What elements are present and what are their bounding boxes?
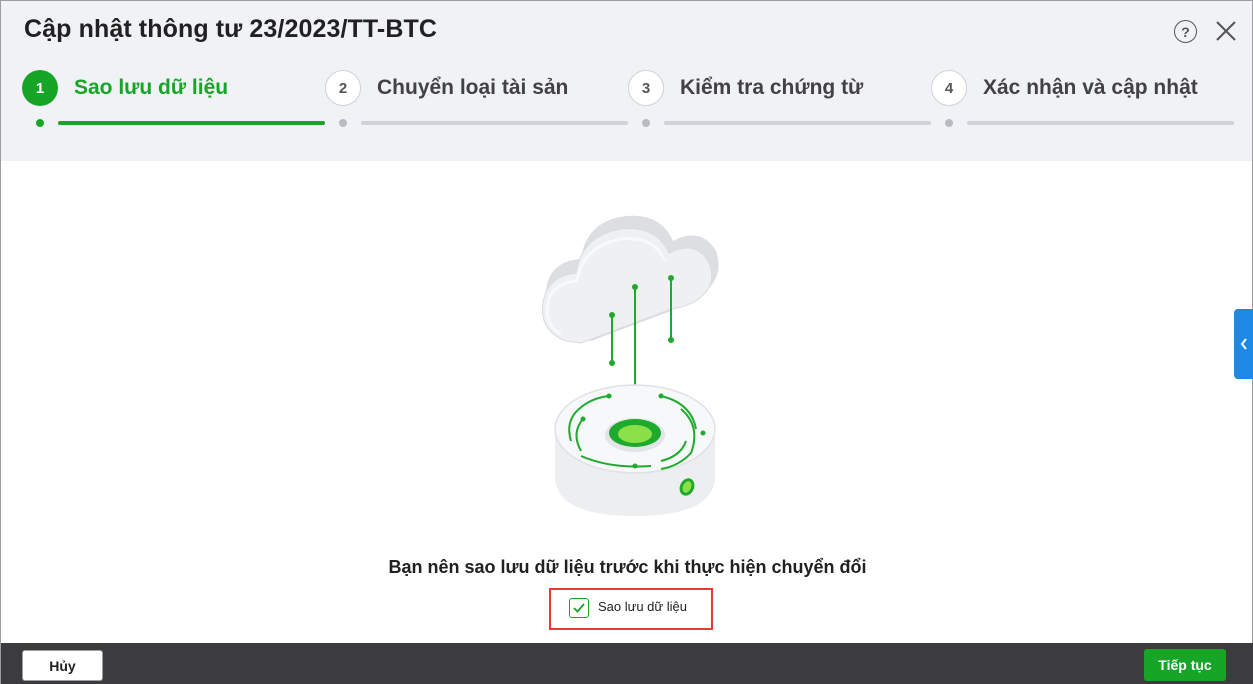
step-progress-dot — [945, 119, 953, 127]
step-progress-bar — [967, 121, 1234, 125]
cancel-button[interactable]: Hủy — [22, 650, 103, 681]
close-button[interactable] — [1213, 18, 1239, 44]
backup-recommendation-text: Bạn nên sao lưu dữ liệu trước khi thực h… — [388, 557, 867, 577]
dialog-header: Cập nhật thông tư 23/2023/TT-BTC ? 1 Sao… — [1, 1, 1252, 161]
step-label: Xác nhận và cập nhật — [983, 76, 1198, 99]
checkmark-icon — [573, 603, 585, 613]
question-circle-icon: ? — [1181, 23, 1190, 40]
cloud-backup-icon — [531, 191, 731, 521]
help-button[interactable]: ? — [1174, 20, 1197, 43]
step-progress-bar — [664, 121, 931, 125]
step-label: Chuyển loại tài sản — [377, 76, 569, 99]
step-label: Kiểm tra chứng từ — [680, 76, 864, 99]
chevron-left-icon — [1240, 338, 1247, 350]
dialog-title: Cập nhật thông tư 23/2023/TT-BTC — [24, 15, 438, 43]
step-number: 3 — [628, 70, 664, 106]
step-progress-dot — [339, 119, 347, 127]
step-number: 4 — [931, 70, 967, 106]
step-label: Sao lưu dữ liệu — [74, 76, 229, 99]
side-panel-toggle[interactable] — [1234, 309, 1253, 379]
step-progress-bar — [58, 121, 325, 125]
step-number: 2 — [325, 70, 361, 106]
continue-button[interactable]: Tiếp tục — [1144, 649, 1226, 681]
step-progress-dot — [36, 119, 44, 127]
step-progress-dot — [642, 119, 650, 127]
step-progress-bar — [361, 121, 628, 125]
step-number: 1 — [22, 70, 58, 106]
update-circular-dialog: Cập nhật thông tư 23/2023/TT-BTC ? 1 Sao… — [0, 0, 1253, 684]
backup-checkbox-label[interactable]: Sao lưu dữ liệu — [598, 599, 687, 614]
backup-checkbox[interactable] — [569, 598, 589, 618]
close-icon — [1216, 21, 1236, 41]
dialog-footer: Hủy Tiếp tục — [1, 643, 1253, 684]
